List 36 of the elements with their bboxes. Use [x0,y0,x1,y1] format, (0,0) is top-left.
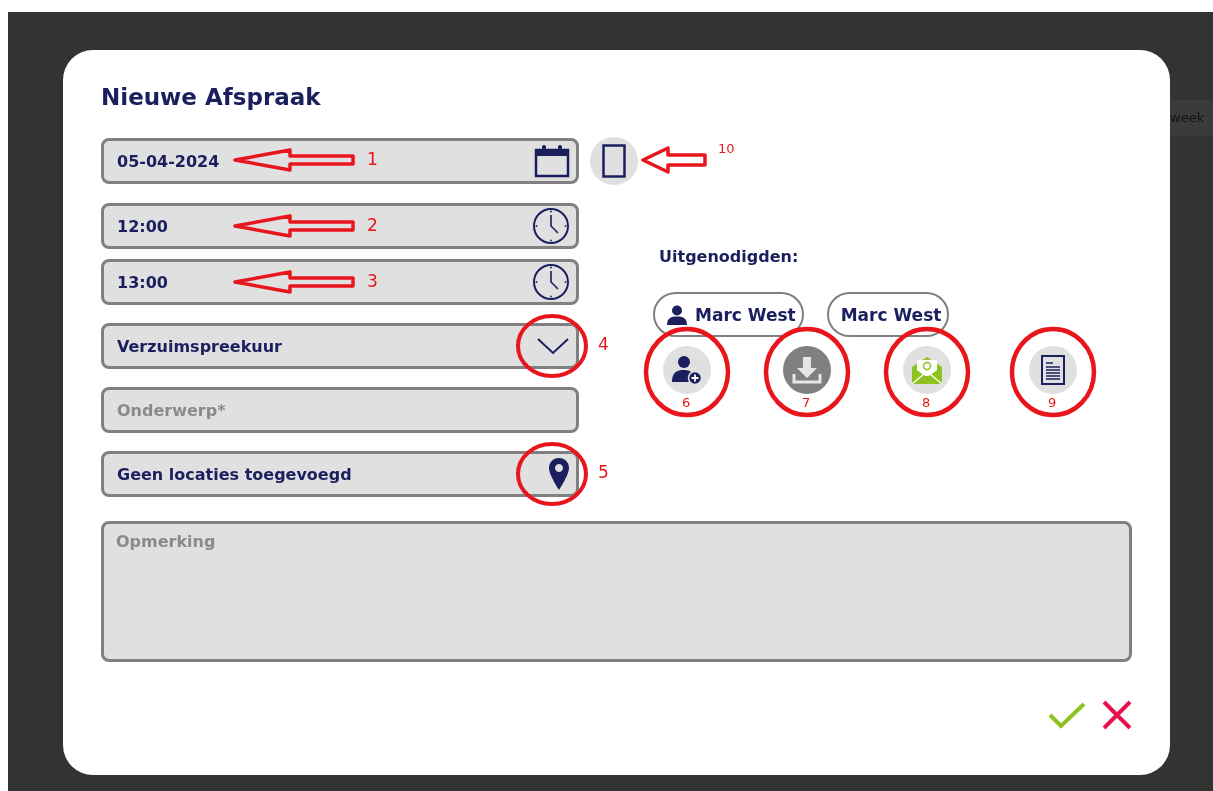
chevron-down-icon [536,337,570,355]
download-button[interactable] [783,346,831,394]
arrow-annotation [640,146,708,174]
annotation-number: 9 [1048,395,1057,410]
annotation-number: 3 [367,271,378,291]
email-icon [910,354,944,386]
remark-field[interactable]: Opmerking [101,521,1132,662]
clock-icon [532,263,570,301]
checkmark-icon [1048,701,1086,729]
annotation-number: 7 [802,395,811,410]
add-person-icon [672,355,702,385]
invitees-label: Uitgenodigden: [659,247,800,266]
annotation-number: 8 [922,395,931,410]
close-icon [1102,700,1132,730]
calendar-icon [534,144,570,178]
annotation-number: 10 [718,141,735,156]
device-button[interactable] [590,137,638,185]
annotation-number: 5 [598,462,609,482]
invitee-chip[interactable]: Marc West [826,292,950,337]
map-pin-icon [548,457,570,491]
document-button[interactable] [1029,346,1077,394]
cancel-button[interactable] [1102,700,1132,730]
tablet-icon [602,144,626,178]
add-person-button[interactable] [663,346,711,394]
invitee-chip[interactable]: Marc West [653,292,804,337]
download-icon [792,356,822,384]
annotation-number: 1 [367,149,378,169]
annotation-number: 6 [682,395,691,410]
location-field[interactable]: Geen locaties toegevoegd [101,451,579,497]
dialog-title: Nieuwe Afspraak [101,83,322,112]
annotation-number: 4 [598,334,609,354]
subject-field[interactable]: Onderwerp* [101,387,579,433]
clock-icon [532,207,570,245]
type-dropdown[interactable]: Verzuimspreekuur [101,323,579,369]
document-icon [1041,355,1065,385]
annotation-number: 2 [367,215,378,235]
